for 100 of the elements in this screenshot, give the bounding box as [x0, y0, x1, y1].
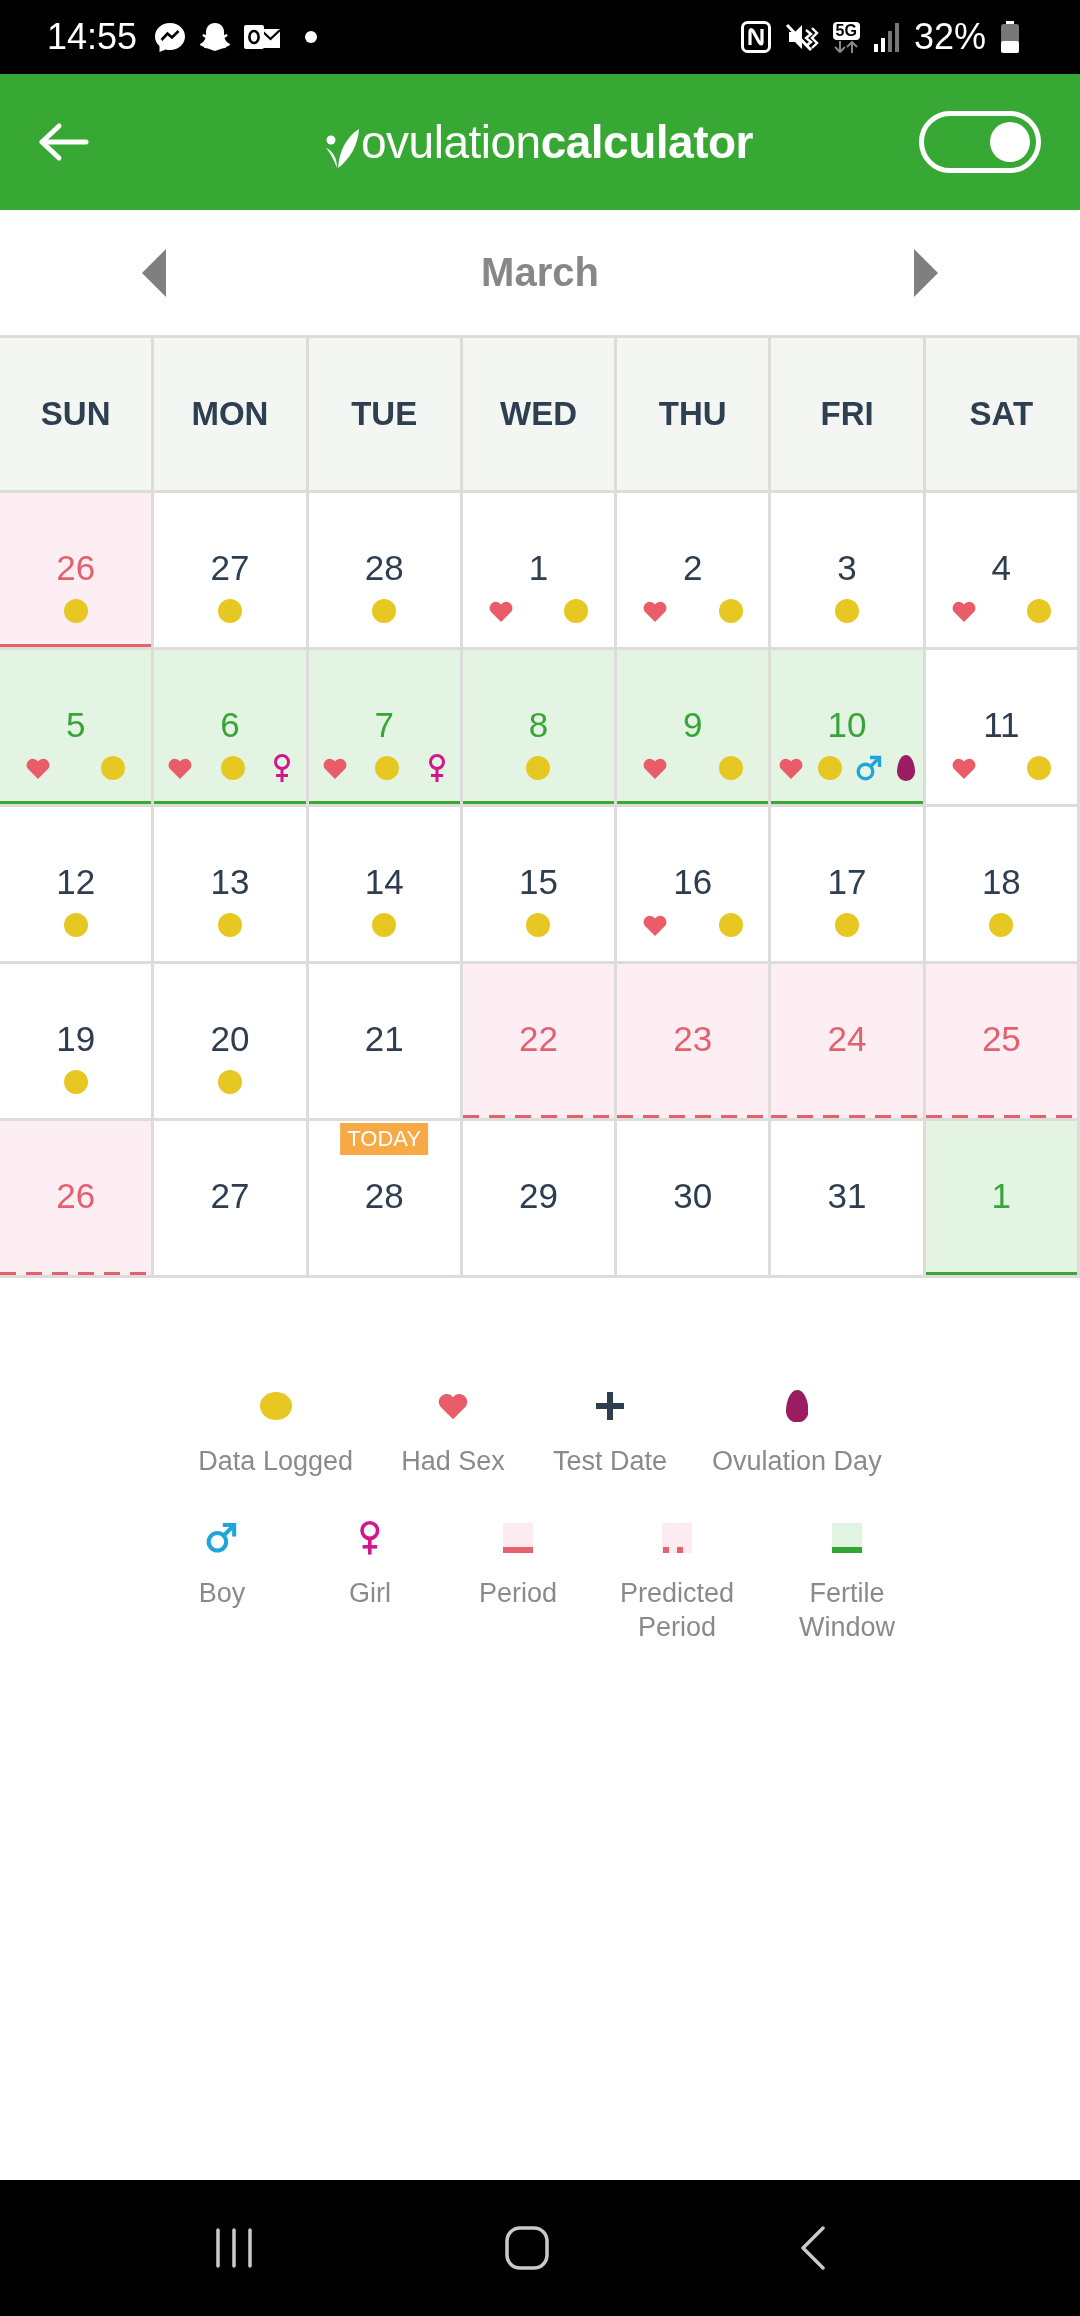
calendar-day[interactable]: 20	[154, 964, 306, 1118]
dot-icon	[526, 756, 551, 780]
drop-icon	[785, 1389, 809, 1423]
day-number: 24	[827, 1018, 867, 1060]
day-number: 5	[65, 704, 86, 746]
day-number: 12	[56, 861, 96, 903]
recent-apps-icon[interactable]	[215, 2227, 253, 2269]
calendar-day[interactable]: 21	[308, 964, 460, 1118]
weekday-header: THU	[617, 338, 769, 490]
calendar-day[interactable]: 2	[617, 493, 769, 647]
dot-icon	[217, 913, 242, 937]
caret-left-icon[interactable]	[142, 248, 166, 297]
dotted-underline-swatch-icon	[662, 1523, 692, 1553]
dot-icon	[375, 756, 400, 780]
mail-icon	[244, 24, 281, 50]
heart-icon	[488, 600, 513, 622]
calendar-day[interactable]: 18	[925, 807, 1077, 961]
day-number: 7	[374, 704, 394, 746]
legend-label: Data Logged	[198, 1445, 353, 1478]
calendar-day[interactable]: 30	[617, 1121, 769, 1275]
day-number: 20	[210, 1018, 250, 1060]
day-number: 31	[827, 1175, 867, 1217]
calendar-day[interactable]: 15	[462, 807, 615, 961]
female-symbol-icon	[427, 754, 446, 782]
dot-icon	[526, 913, 551, 937]
back-icon[interactable]	[801, 2226, 825, 2270]
heart-icon	[642, 914, 667, 936]
heart-icon	[25, 757, 50, 779]
caret-right-icon[interactable]	[914, 248, 938, 297]
calendar-day[interactable]: 14	[308, 807, 460, 961]
day-number: 1	[991, 1175, 1012, 1217]
battery-percentage: 32%	[913, 16, 986, 58]
dot-icon	[1027, 756, 1052, 780]
male-symbol-icon	[856, 755, 883, 781]
heart-icon	[642, 600, 667, 622]
day-number: 16	[673, 861, 713, 903]
legend-label: Boy	[198, 1577, 246, 1610]
month-title: March	[481, 250, 599, 295]
weekday-header: MON	[154, 338, 306, 490]
day-number: 28	[364, 1175, 404, 1217]
day-number: 21	[364, 1018, 404, 1060]
dot-icon	[835, 913, 860, 937]
calendar-day[interactable]: 4	[925, 493, 1077, 647]
day-number: 8	[528, 704, 549, 746]
weekday-header: FRI	[771, 338, 923, 490]
day-number: 11	[983, 704, 1020, 746]
heart-icon	[168, 757, 193, 779]
day-number: 29	[519, 1175, 558, 1217]
day-number: 26	[56, 1175, 96, 1217]
ghost-icon	[199, 22, 232, 52]
heart-icon	[951, 757, 976, 779]
calendar-day[interactable]: 29	[462, 1121, 615, 1275]
day-number: 18	[981, 861, 1021, 903]
day-number: 6	[220, 704, 240, 746]
calendar-day[interactable]: 1	[462, 493, 615, 647]
day-number: 2	[683, 547, 703, 589]
nfc-icon	[740, 21, 771, 53]
day-number: 15	[519, 861, 558, 903]
heart-icon	[322, 757, 347, 779]
underline-swatch-icon	[832, 1523, 862, 1553]
female-symbol-icon	[359, 1521, 381, 1555]
weekday-header: SAT	[925, 338, 1077, 490]
calendar-day[interactable]: 27	[154, 493, 306, 647]
legend-label: Period	[478, 1577, 557, 1610]
day-number: 25	[981, 1018, 1021, 1060]
calendar-day[interactable]: 19	[0, 964, 152, 1118]
signal-icon	[873, 22, 900, 52]
chat-bubble-icon	[154, 22, 187, 52]
toggle-switch[interactable]	[919, 111, 1041, 173]
data-arrows-icon	[833, 40, 860, 53]
dot-icon	[63, 599, 88, 623]
legend-label: Test Date	[553, 1445, 668, 1478]
day-number: 27	[210, 547, 250, 589]
calendar-day[interactable]: 27	[154, 1121, 306, 1275]
calendar-day[interactable]: 31	[771, 1121, 923, 1275]
day-number: 30	[673, 1175, 713, 1217]
calendar-day[interactable]: 12	[0, 807, 152, 961]
calendar-day[interactable]: 11	[925, 650, 1077, 804]
drop-icon	[897, 755, 916, 781]
legend-label: Girl	[349, 1577, 391, 1610]
calendar-day[interactable]: 17	[771, 807, 923, 961]
calendar-day[interactable]: 28	[308, 493, 460, 647]
dot-icon	[101, 756, 126, 780]
calendar-day[interactable]: 3	[771, 493, 923, 647]
dot-icon	[63, 1070, 88, 1094]
today-badge: TODAY	[340, 1123, 429, 1155]
day-number: 23	[673, 1018, 713, 1060]
dot-icon	[305, 31, 318, 43]
dot-icon	[817, 756, 842, 780]
dot-icon	[372, 599, 397, 623]
dot-icon	[63, 913, 88, 937]
calendar-day[interactable]: 16	[617, 807, 769, 961]
calendar-day[interactable]: 13	[154, 807, 306, 961]
weekday-header: TUE	[308, 338, 460, 490]
weekday-header: SUN	[0, 338, 152, 490]
home-icon[interactable]	[505, 2226, 549, 2270]
dot-icon	[718, 599, 743, 623]
calendar-day[interactable]: TODAY 28	[308, 1121, 460, 1275]
dot-icon	[220, 756, 245, 780]
male-symbol-icon	[206, 1522, 238, 1554]
